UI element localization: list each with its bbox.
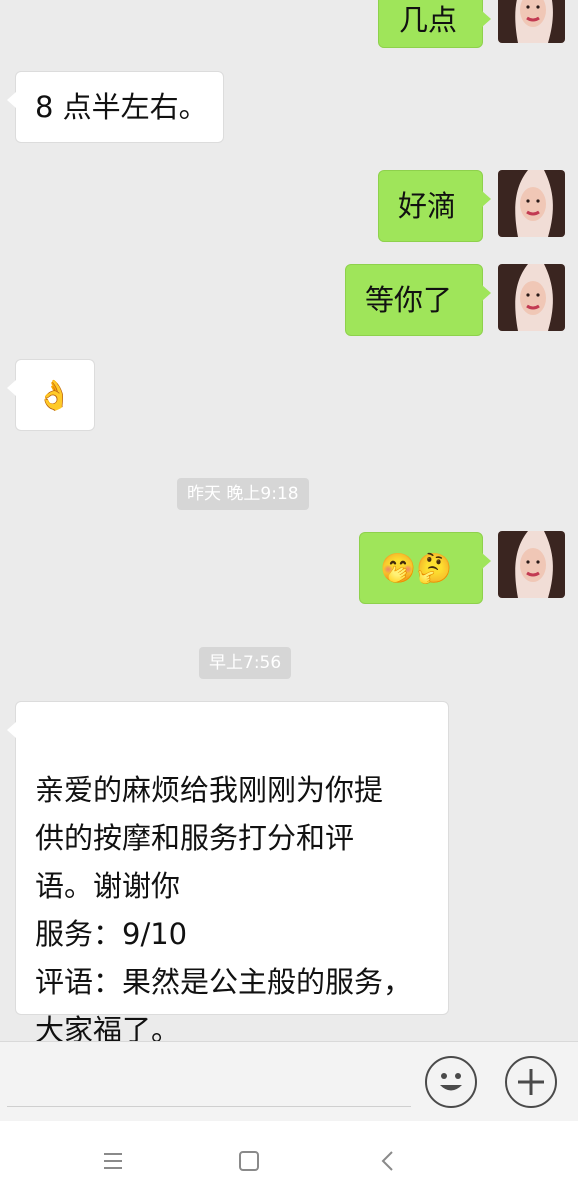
my-avatar[interactable] xyxy=(498,170,565,237)
timestamp: 昨天 晚上9:18 xyxy=(177,478,309,510)
message-text: 🤭🤔 xyxy=(380,551,453,585)
system-nav-bar xyxy=(0,1121,578,1200)
message-bubble-incoming[interactable]: 👌 xyxy=(7,359,95,431)
avatar-image-icon xyxy=(498,264,565,331)
message-bubble-incoming[interactable]: 8 点半左右。 xyxy=(7,71,224,143)
chat-screen: 几点 8 点半左右。 好滴 等你了 👌 昨天 晚上9:18 🤭🤔 早上7:56 … xyxy=(0,0,578,1200)
message-bubble-outgoing[interactable]: 🤭🤔 xyxy=(359,532,491,604)
input-underline xyxy=(7,1106,411,1107)
message-text: 8 点半左右。 xyxy=(35,90,208,124)
nav-back-button[interactable] xyxy=(373,1147,403,1175)
nav-menu-button[interactable] xyxy=(98,1147,128,1175)
message-bubble-incoming[interactable]: 亲爱的麻烦给我刚刚为你提 供的按摩和服务打分和评 语。谢谢你 服务：9/10 评… xyxy=(7,701,449,1047)
message-text: 👌 xyxy=(36,378,73,412)
my-avatar[interactable] xyxy=(498,0,565,43)
home-square-icon xyxy=(239,1151,259,1171)
message-text: 亲爱的麻烦给我刚刚为你提 供的按摩和服务打分和评 语。谢谢你 服务：9/10 评… xyxy=(35,773,413,1047)
message-input[interactable] xyxy=(7,1052,411,1106)
back-chevron-icon xyxy=(381,1151,393,1171)
timestamp: 早上7:56 xyxy=(199,647,292,679)
avatar-image-icon xyxy=(498,0,565,43)
nav-home-button[interactable] xyxy=(234,1147,264,1175)
message-bubble-outgoing[interactable]: 几点 xyxy=(378,0,491,48)
menu-icon xyxy=(104,1153,122,1169)
plus-button[interactable] xyxy=(505,1056,557,1108)
my-avatar[interactable] xyxy=(498,264,565,331)
message-text: 好滴 xyxy=(398,189,457,223)
message-text: 等你了 xyxy=(365,283,453,317)
emoji-icon xyxy=(440,1073,462,1091)
my-avatar[interactable] xyxy=(498,531,565,598)
plus-icon xyxy=(518,1069,544,1095)
message-bubble-outgoing[interactable]: 好滴 xyxy=(378,170,491,242)
emoji-button[interactable] xyxy=(425,1056,477,1108)
message-input-bar xyxy=(0,1041,578,1122)
avatar-image-icon xyxy=(498,531,565,598)
avatar-image-icon xyxy=(498,170,565,237)
message-bubble-outgoing[interactable]: 等你了 xyxy=(345,264,491,336)
message-text: 几点 xyxy=(399,3,458,37)
